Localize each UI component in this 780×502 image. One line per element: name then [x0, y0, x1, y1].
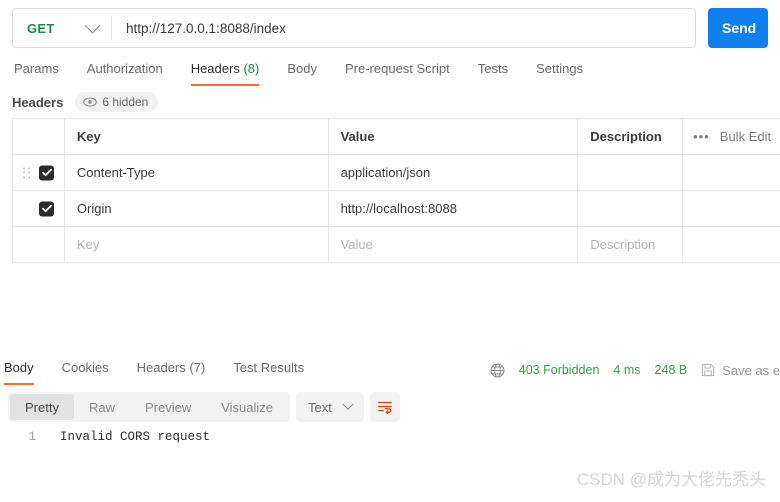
header-cell-description: Description: [578, 119, 684, 154]
drag-handle-icon[interactable]: [23, 167, 30, 178]
tab-label: Body: [287, 61, 317, 76]
header-cell-actions: ••• Bulk Edit: [683, 119, 780, 154]
eye-icon: [83, 97, 98, 107]
bulk-edit-button[interactable]: Bulk Edit: [720, 129, 771, 144]
tab-headers-count: (8): [243, 61, 260, 76]
header-cell-value: Value: [329, 119, 579, 154]
tab-authorization[interactable]: Authorization: [73, 56, 177, 86]
tab-label: Tests: [477, 61, 509, 76]
tab-label: Test Results: [233, 360, 305, 375]
headers-section-header: Headers 6 hidden: [12, 92, 159, 112]
response-tabs: Body Cookies Headers (7) Test Results: [2, 355, 318, 385]
tab-label: Pre-request Script: [344, 61, 450, 76]
wrap-text-icon: [377, 401, 392, 414]
view-mode-pretty[interactable]: Pretty: [10, 394, 74, 420]
response-tab-body[interactable]: Body: [2, 355, 48, 385]
tab-label: Cookies: [61, 360, 109, 375]
header-cell-key: Key: [65, 119, 329, 154]
new-row-value[interactable]: Value: [329, 227, 579, 262]
line-number: 1: [28, 430, 36, 444]
format-dropdown[interactable]: Text: [296, 392, 364, 422]
watermark: CSDN @成为大佬先秃头: [576, 470, 766, 489]
response-body-editor: 1 Invalid CORS request: [0, 430, 780, 460]
http-method-label: GET: [27, 20, 55, 36]
tab-label: Headers: [136, 360, 186, 375]
row-actions: [683, 155, 780, 190]
check-icon: [41, 168, 52, 177]
tab-body[interactable]: Body: [273, 56, 331, 86]
headers-table: Key Value Description ••• Bulk Edit Cont…: [12, 118, 780, 263]
save-icon: [702, 363, 715, 377]
row-key[interactable]: Content-Type: [65, 155, 329, 190]
chevron-down-icon: [84, 17, 101, 33]
row-checkbox[interactable]: [39, 165, 54, 180]
row-select-cell: [13, 227, 65, 262]
tab-tests[interactable]: Tests: [464, 56, 522, 86]
check-icon: [41, 204, 52, 213]
response-tab-test-results[interactable]: Test Results: [219, 355, 318, 385]
hidden-headers-label: 6 hidden: [102, 95, 149, 109]
hidden-headers-toggle[interactable]: 6 hidden: [75, 92, 159, 112]
row-actions: [683, 227, 780, 262]
tab-params[interactable]: Params: [12, 56, 73, 86]
tab-label: Headers: [190, 61, 240, 76]
header-cell-select: [13, 119, 65, 154]
table-row: Origin http://localhost:8088: [13, 191, 780, 227]
ellipsis-icon[interactable]: •••: [693, 130, 710, 143]
row-key[interactable]: Origin: [65, 191, 329, 226]
table-header-row: Key Value Description ••• Bulk Edit: [13, 119, 780, 155]
response-tab-cookies[interactable]: Cookies: [48, 355, 123, 385]
url-input-group: GET: [12, 8, 696, 48]
url-input[interactable]: [112, 9, 695, 47]
response-size: 248 B: [654, 363, 688, 377]
row-actions: [683, 191, 780, 226]
response-tab-headers-count: (7): [189, 360, 206, 375]
view-mode-visualize[interactable]: Visualize: [206, 394, 288, 420]
tab-label: Params: [14, 61, 59, 76]
save-as-example-label: Save as e: [722, 362, 780, 378]
tab-headers[interactable]: Headers (8): [177, 56, 274, 86]
postman-request-response-view: GET Send Params Authorization Headers (8…: [0, 0, 780, 502]
row-description[interactable]: [578, 191, 684, 226]
tab-pre-request-script[interactable]: Pre-request Script: [331, 56, 464, 86]
row-description[interactable]: [578, 155, 684, 190]
new-row-key[interactable]: Key: [65, 227, 329, 262]
url-bar: GET Send: [0, 0, 780, 56]
format-label: Text: [308, 399, 332, 415]
row-value[interactable]: http://localhost:8088: [329, 191, 579, 226]
response-status-group: 403 Forbidden 4 ms 248 B Save as e: [490, 354, 780, 386]
send-button[interactable]: Send: [708, 8, 768, 48]
row-value[interactable]: application/json: [329, 155, 579, 190]
view-mode-group: Pretty Raw Preview Visualize: [8, 392, 291, 422]
response-body-text[interactable]: Invalid CORS request: [44, 430, 210, 444]
view-mode-raw[interactable]: Raw: [74, 394, 130, 420]
view-mode-preview[interactable]: Preview: [130, 394, 206, 420]
globe-icon[interactable]: [490, 363, 505, 378]
http-method-dropdown[interactable]: GET: [13, 9, 111, 47]
status-badge: 403 Forbidden: [518, 363, 600, 377]
tab-settings[interactable]: Settings: [522, 56, 597, 86]
request-tabs: Params Authorization Headers (8) Body Pr…: [0, 56, 780, 89]
response-bar: Body Cookies Headers (7) Test Results 40…: [0, 354, 780, 386]
table-row: Content-Type application/json: [13, 155, 780, 191]
headers-title: Headers: [12, 94, 64, 110]
response-time: 4 ms: [613, 363, 641, 377]
row-select-cell: [13, 155, 65, 190]
wrap-text-button[interactable]: [369, 392, 400, 422]
response-tab-headers[interactable]: Headers (7): [123, 355, 220, 385]
row-checkbox[interactable]: [39, 201, 54, 216]
tab-label: Settings: [536, 61, 584, 76]
tab-label: Authorization: [86, 61, 163, 76]
chevron-down-icon: [342, 398, 354, 410]
save-as-example-button[interactable]: Save as e: [701, 363, 780, 378]
table-row-new: Key Value Description: [13, 227, 780, 263]
row-select-cell: [13, 191, 65, 226]
response-body-toolbar: Pretty Raw Preview Visualize Text: [8, 392, 400, 422]
tab-label: Body: [4, 360, 34, 375]
new-row-description[interactable]: Description: [578, 227, 684, 262]
